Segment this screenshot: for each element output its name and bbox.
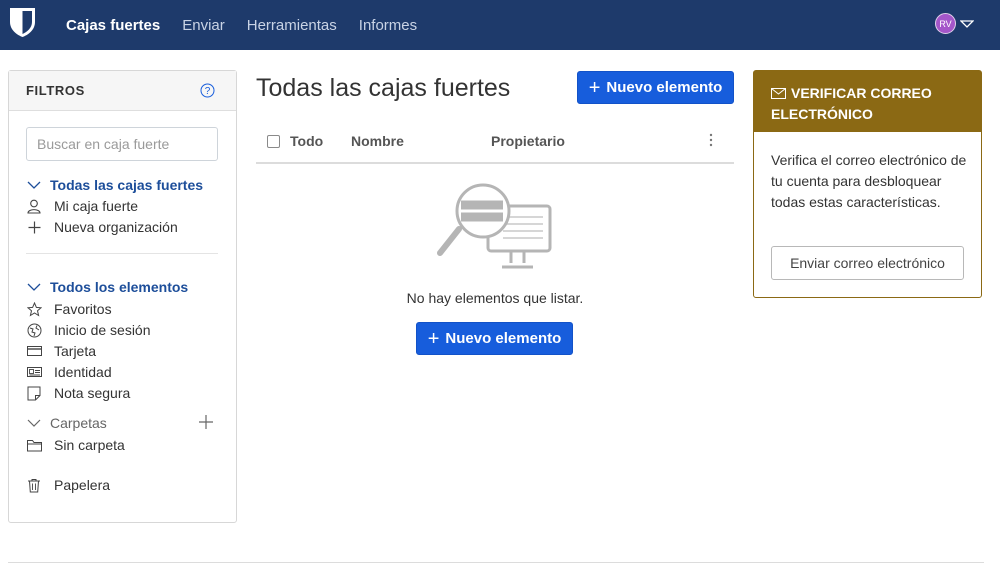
filter-favorites[interactable]: Favoritos — [26, 301, 112, 317]
filter-my-vault-label: Mi caja fuerte — [54, 198, 139, 214]
vault-search-input[interactable] — [26, 127, 218, 161]
no-items-search-illustration — [437, 183, 552, 269]
plus-icon — [26, 219, 42, 235]
svg-text:?: ? — [205, 86, 211, 97]
filter-secure-note[interactable]: Nota segura — [26, 385, 130, 401]
filter-no-folder-label: Sin carpeta — [54, 437, 125, 453]
new-item-button[interactable]: + Nuevo elemento — [577, 71, 734, 104]
nav-reports[interactable]: Informes — [359, 17, 417, 34]
top-navbar: Cajas fuertes Enviar Herramientas Inform… — [0, 0, 1000, 50]
filter-folders-label: Carpetas — [50, 415, 107, 431]
filter-secure-note-label: Nota segura — [54, 385, 131, 401]
filter-folders[interactable]: Carpetas — [26, 415, 107, 431]
question-circle-icon[interactable]: ? — [200, 83, 215, 98]
filters-divider — [26, 253, 218, 254]
filter-login-label: Inicio de sesión — [54, 322, 151, 338]
account-menu[interactable]: RV — [935, 13, 974, 34]
filters-panel: FILTROS ? Todas las cajas fuertes Mi caj… — [8, 70, 237, 523]
filter-card-label: Tarjeta — [54, 343, 97, 359]
new-item-empty-button[interactable]: + Nuevo elemento — [416, 322, 573, 355]
caret-down-icon — [960, 19, 974, 28]
plus-icon: + — [588, 76, 601, 99]
nav-tools[interactable]: Herramientas — [247, 17, 337, 34]
filter-all-vaults[interactable]: Todas las cajas fuertes — [26, 177, 203, 193]
filter-all-items-label: Todos los elementos — [50, 279, 189, 295]
filters-title: FILTROS — [26, 83, 85, 98]
empty-state-text: No hay elementos que listar. — [406, 290, 584, 306]
footer-divider — [8, 562, 984, 563]
new-item-empty-button-label: Nuevo elemento — [445, 330, 562, 347]
filter-no-folder[interactable]: Sin carpeta — [26, 437, 125, 453]
chevron-down-icon — [26, 177, 42, 193]
add-folder-plus-icon[interactable] — [198, 414, 214, 430]
verify-email-body: Verifica el correo electrónico de tu cue… — [771, 152, 967, 210]
filter-identity[interactable]: Identidad — [26, 364, 112, 380]
plus-icon: + — [427, 327, 440, 350]
filter-all-vaults-label: Todas las cajas fuertes — [50, 177, 204, 193]
filter-new-organization-label: Nueva organización — [54, 219, 178, 235]
filters-header: FILTROS ? — [9, 71, 236, 111]
col-name: Nombre — [351, 133, 404, 149]
new-item-button-label: Nuevo elemento — [606, 79, 723, 96]
more-options-icon[interactable] — [708, 132, 714, 148]
col-owner: Propietario — [491, 133, 565, 149]
col-all: Todo — [290, 133, 324, 149]
filter-card[interactable]: Tarjeta — [26, 343, 96, 359]
globe-icon — [26, 322, 42, 338]
verify-email-card: VERIFICAR CORREO ELECTRÓNICO Verifica el… — [753, 70, 982, 298]
send-email-button[interactable]: Enviar correo electrónico — [771, 246, 964, 280]
filter-identity-label: Identidad — [54, 364, 112, 380]
filter-login[interactable]: Inicio de sesión — [26, 322, 151, 338]
filter-all-items[interactable]: Todos los elementos — [26, 279, 188, 295]
folder-icon — [26, 437, 42, 453]
avatar: RV — [935, 13, 956, 34]
select-all-checkbox[interactable] — [267, 135, 280, 148]
page-title: Todas las cajas fuertes — [256, 74, 511, 102]
filter-trash-label: Papelera — [54, 477, 111, 493]
star-icon — [26, 301, 42, 317]
id-card-icon — [26, 364, 42, 380]
user-icon — [26, 198, 42, 214]
verify-email-header: VERIFICAR CORREO ELECTRÓNICO — [754, 71, 981, 132]
credit-card-icon — [26, 343, 42, 359]
trash-icon — [26, 477, 42, 493]
chevron-down-icon — [26, 279, 42, 295]
filter-new-organization[interactable]: Nueva organización — [26, 219, 178, 235]
main-nav: Cajas fuertes Enviar Herramientas Inform… — [66, 0, 439, 50]
filter-my-vault[interactable]: Mi caja fuerte — [26, 198, 138, 214]
envelope-icon — [771, 87, 786, 99]
filter-favorites-label: Favoritos — [54, 301, 112, 317]
sticky-note-icon — [26, 385, 42, 401]
nav-vaults[interactable]: Cajas fuertes — [66, 17, 160, 34]
nav-send[interactable]: Enviar — [182, 17, 225, 34]
filter-trash[interactable]: Papelera — [26, 477, 110, 493]
verify-email-title: VERIFICAR CORREO ELECTRÓNICO — [771, 85, 932, 122]
items-table-header: Todo Nombre Propietario — [256, 122, 734, 164]
bitwarden-shield-logo[interactable] — [9, 7, 36, 38]
chevron-down-icon — [26, 415, 42, 431]
